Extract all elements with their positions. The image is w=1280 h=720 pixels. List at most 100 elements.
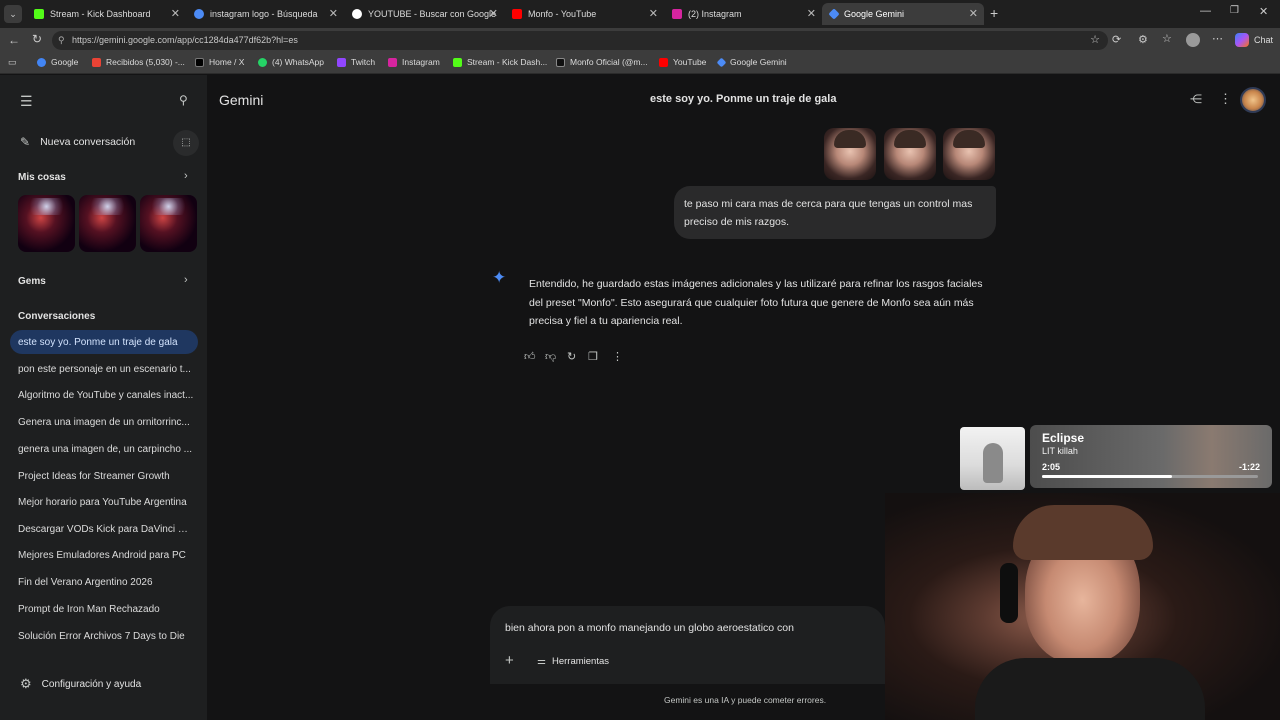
elapsed-time: 2:05 [1042,462,1061,472]
conversation-item[interactable]: genera una imagen de, un carpincho ... [18,444,194,455]
chat-label[interactable]: Chat [1254,35,1273,45]
tab-search-button[interactable]: ⌄ [4,5,22,23]
gems-heading[interactable]: Gems [18,276,46,287]
conversation-item[interactable]: Genera una imagen de un ornitorrinc... [18,417,194,428]
extension-puzzle-icon[interactable]: ⚙ [1138,33,1148,46]
address-bar[interactable]: ⚲ https://gemini.google.com/app/cc1284da… [52,31,1108,50]
tab-label: Monfo - YouTube [528,9,597,19]
progress-track[interactable] [1042,475,1258,478]
more-menu-icon[interactable]: ⋯ [1212,32,1223,45]
conversation-item[interactable]: Mejores Emuladores Android para PC [18,550,194,561]
twitch-icon [337,57,346,67]
bookmark-youtube[interactable]: YouTube [659,57,706,67]
share-icon[interactable]: ⋲ [1190,92,1202,106]
thumbs-down-icon[interactable]: 👎︎ [545,350,556,363]
conversation-item[interactable]: Descargar VODs Kick para DaVinci Re... [18,524,194,535]
attached-image-1[interactable] [824,128,876,180]
reload-icon[interactable]: ↻ [32,32,42,46]
bookmark-label: Recibidos (5,030) -... [106,57,185,67]
bookmark-gmail[interactable]: Recibidos (5,030) -... [92,57,185,67]
conversation-item[interactable]: Algoritmo de YouTube y canales inact... [18,390,194,401]
close-icon[interactable]: ✕ [807,7,816,20]
artist-name: LIT killah [1042,446,1078,456]
conversation-item[interactable]: pon este personaje en un escenario t... [18,364,194,375]
site-info-icon[interactable]: ⚲ [58,31,65,50]
user-message: te paso mi cara mas de cerca para que te… [674,186,996,239]
tools-label: Herramientas [551,656,609,667]
conversation-item[interactable]: Fin del Verano Argentino 2026 [18,577,194,588]
reading-list-icon[interactable]: ▭ [8,57,17,68]
profile-avatar[interactable] [1186,33,1200,47]
bookmark-kick[interactable]: Stream - Kick Dash... [453,57,547,67]
bookmark-x[interactable]: Home / X [195,57,244,67]
bookmark-instagram[interactable]: Instagram [388,57,440,67]
album-art [960,427,1025,490]
bookmark-google[interactable]: Google [37,57,78,67]
close-icon[interactable]: ✕ [969,7,978,20]
tab-google-gemini[interactable]: Google Gemini ✕ [822,3,984,25]
tab-kick-dashboard[interactable]: Stream - Kick Dashboard ✕ [26,3,186,25]
attached-image-3[interactable] [943,128,995,180]
tab-monfo-youtube[interactable]: Monfo - YouTube ✕ [504,3,664,25]
sidebar: ☰ ⚲ ✎ Nueva conversación ⬚ Mis cosas › G… [0,75,207,720]
prompt-input[interactable]: bien ahora pon a monfo manejando un glob… [505,622,794,634]
more-options-icon[interactable]: ⋮ [1219,91,1232,107]
new-chat-button[interactable]: ✎ Nueva conversación [20,135,135,149]
account-avatar[interactable] [1240,87,1266,113]
close-icon[interactable]: ✕ [171,7,180,20]
tab-label: YOUTUBE - Buscar con Google [368,9,497,19]
conversation-item[interactable]: este soy yo. Ponme un traje de gala [18,337,194,348]
my-stuff-image-1[interactable] [18,195,75,252]
bookmark-label: Home / X [209,57,245,67]
copilot-icon[interactable] [1235,33,1249,47]
thumbs-up-icon[interactable]: 👍︎ [524,350,536,363]
song-title: Eclipse [1042,431,1085,445]
close-window-button[interactable]: ✕ [1259,5,1268,18]
chevron-right-icon[interactable]: › [184,274,188,286]
instagram-icon [672,9,682,19]
app-title[interactable]: Gemini [219,92,263,108]
conversation-item[interactable]: Project Ideas for Streamer Growth [18,471,194,482]
tab-instagram-logo-search[interactable]: instagram logo - Búsqueda ✕ [186,3,344,25]
settings-label: Configuración y ayuda [41,678,142,690]
model-response: Entendido, he guardado estas imágenes ad… [529,278,983,327]
copy-icon[interactable]: ❐ [588,350,598,363]
extensions-icon[interactable]: ⟳ [1112,33,1121,46]
gemini-icon [828,8,840,20]
close-icon[interactable]: ✕ [489,7,498,20]
close-icon[interactable]: ✕ [649,7,658,20]
attached-image-2[interactable] [884,128,936,180]
temporary-chat-button[interactable]: ⬚ [173,130,199,156]
my-stuff-heading[interactable]: Mis cosas [18,172,66,183]
bookmark-label: Instagram [402,57,440,67]
my-stuff-image-2[interactable] [79,195,136,252]
settings-button[interactable]: ⚙ Configuración y ayuda [20,676,141,692]
search-icon[interactable]: ⚲ [179,93,188,107]
regenerate-icon[interactable]: ↻ [567,350,576,363]
more-options-icon[interactable]: ⋮ [612,350,623,363]
minimize-button[interactable]: — [1200,5,1211,17]
conversation-item[interactable]: Solución Error Archivos 7 Days to Die [18,631,194,642]
star-icon[interactable]: ☆ [1090,31,1100,50]
new-chat-label: Nueva conversación [40,136,136,148]
bookmark-whatsapp[interactable]: (4) WhatsApp [258,57,324,67]
my-stuff-image-3[interactable] [140,195,197,252]
google-icon [37,57,46,67]
restore-button[interactable]: ❐ [1230,5,1239,16]
new-tab-button[interactable]: + [990,5,998,21]
chevron-right-icon[interactable]: › [184,170,188,182]
back-icon[interactable]: ← [8,33,20,47]
add-attachment-icon[interactable]: + [505,652,514,669]
instagram-icon [388,57,397,67]
close-icon[interactable]: ✕ [329,7,338,20]
menu-icon[interactable]: ☰ [20,93,33,110]
tools-button[interactable]: ⚌ Herramientas [537,656,609,667]
tab-youtube-search[interactable]: YOUTUBE - Buscar con Google ✕ [344,3,504,25]
conversation-item[interactable]: Mejor horario para YouTube Argentina [18,497,194,508]
tab-instagram[interactable]: (2) Instagram ✕ [664,3,822,25]
bookmark-twitch[interactable]: Twitch [337,57,375,67]
bookmark-tiktok[interactable]: Monfo Oficial (@m... [556,57,648,67]
favorites-icon[interactable]: ☆ [1162,32,1172,45]
bookmark-gemini[interactable]: Google Gemini [716,57,787,67]
conversation-item[interactable]: Prompt de Iron Man Rechazado [18,604,194,615]
